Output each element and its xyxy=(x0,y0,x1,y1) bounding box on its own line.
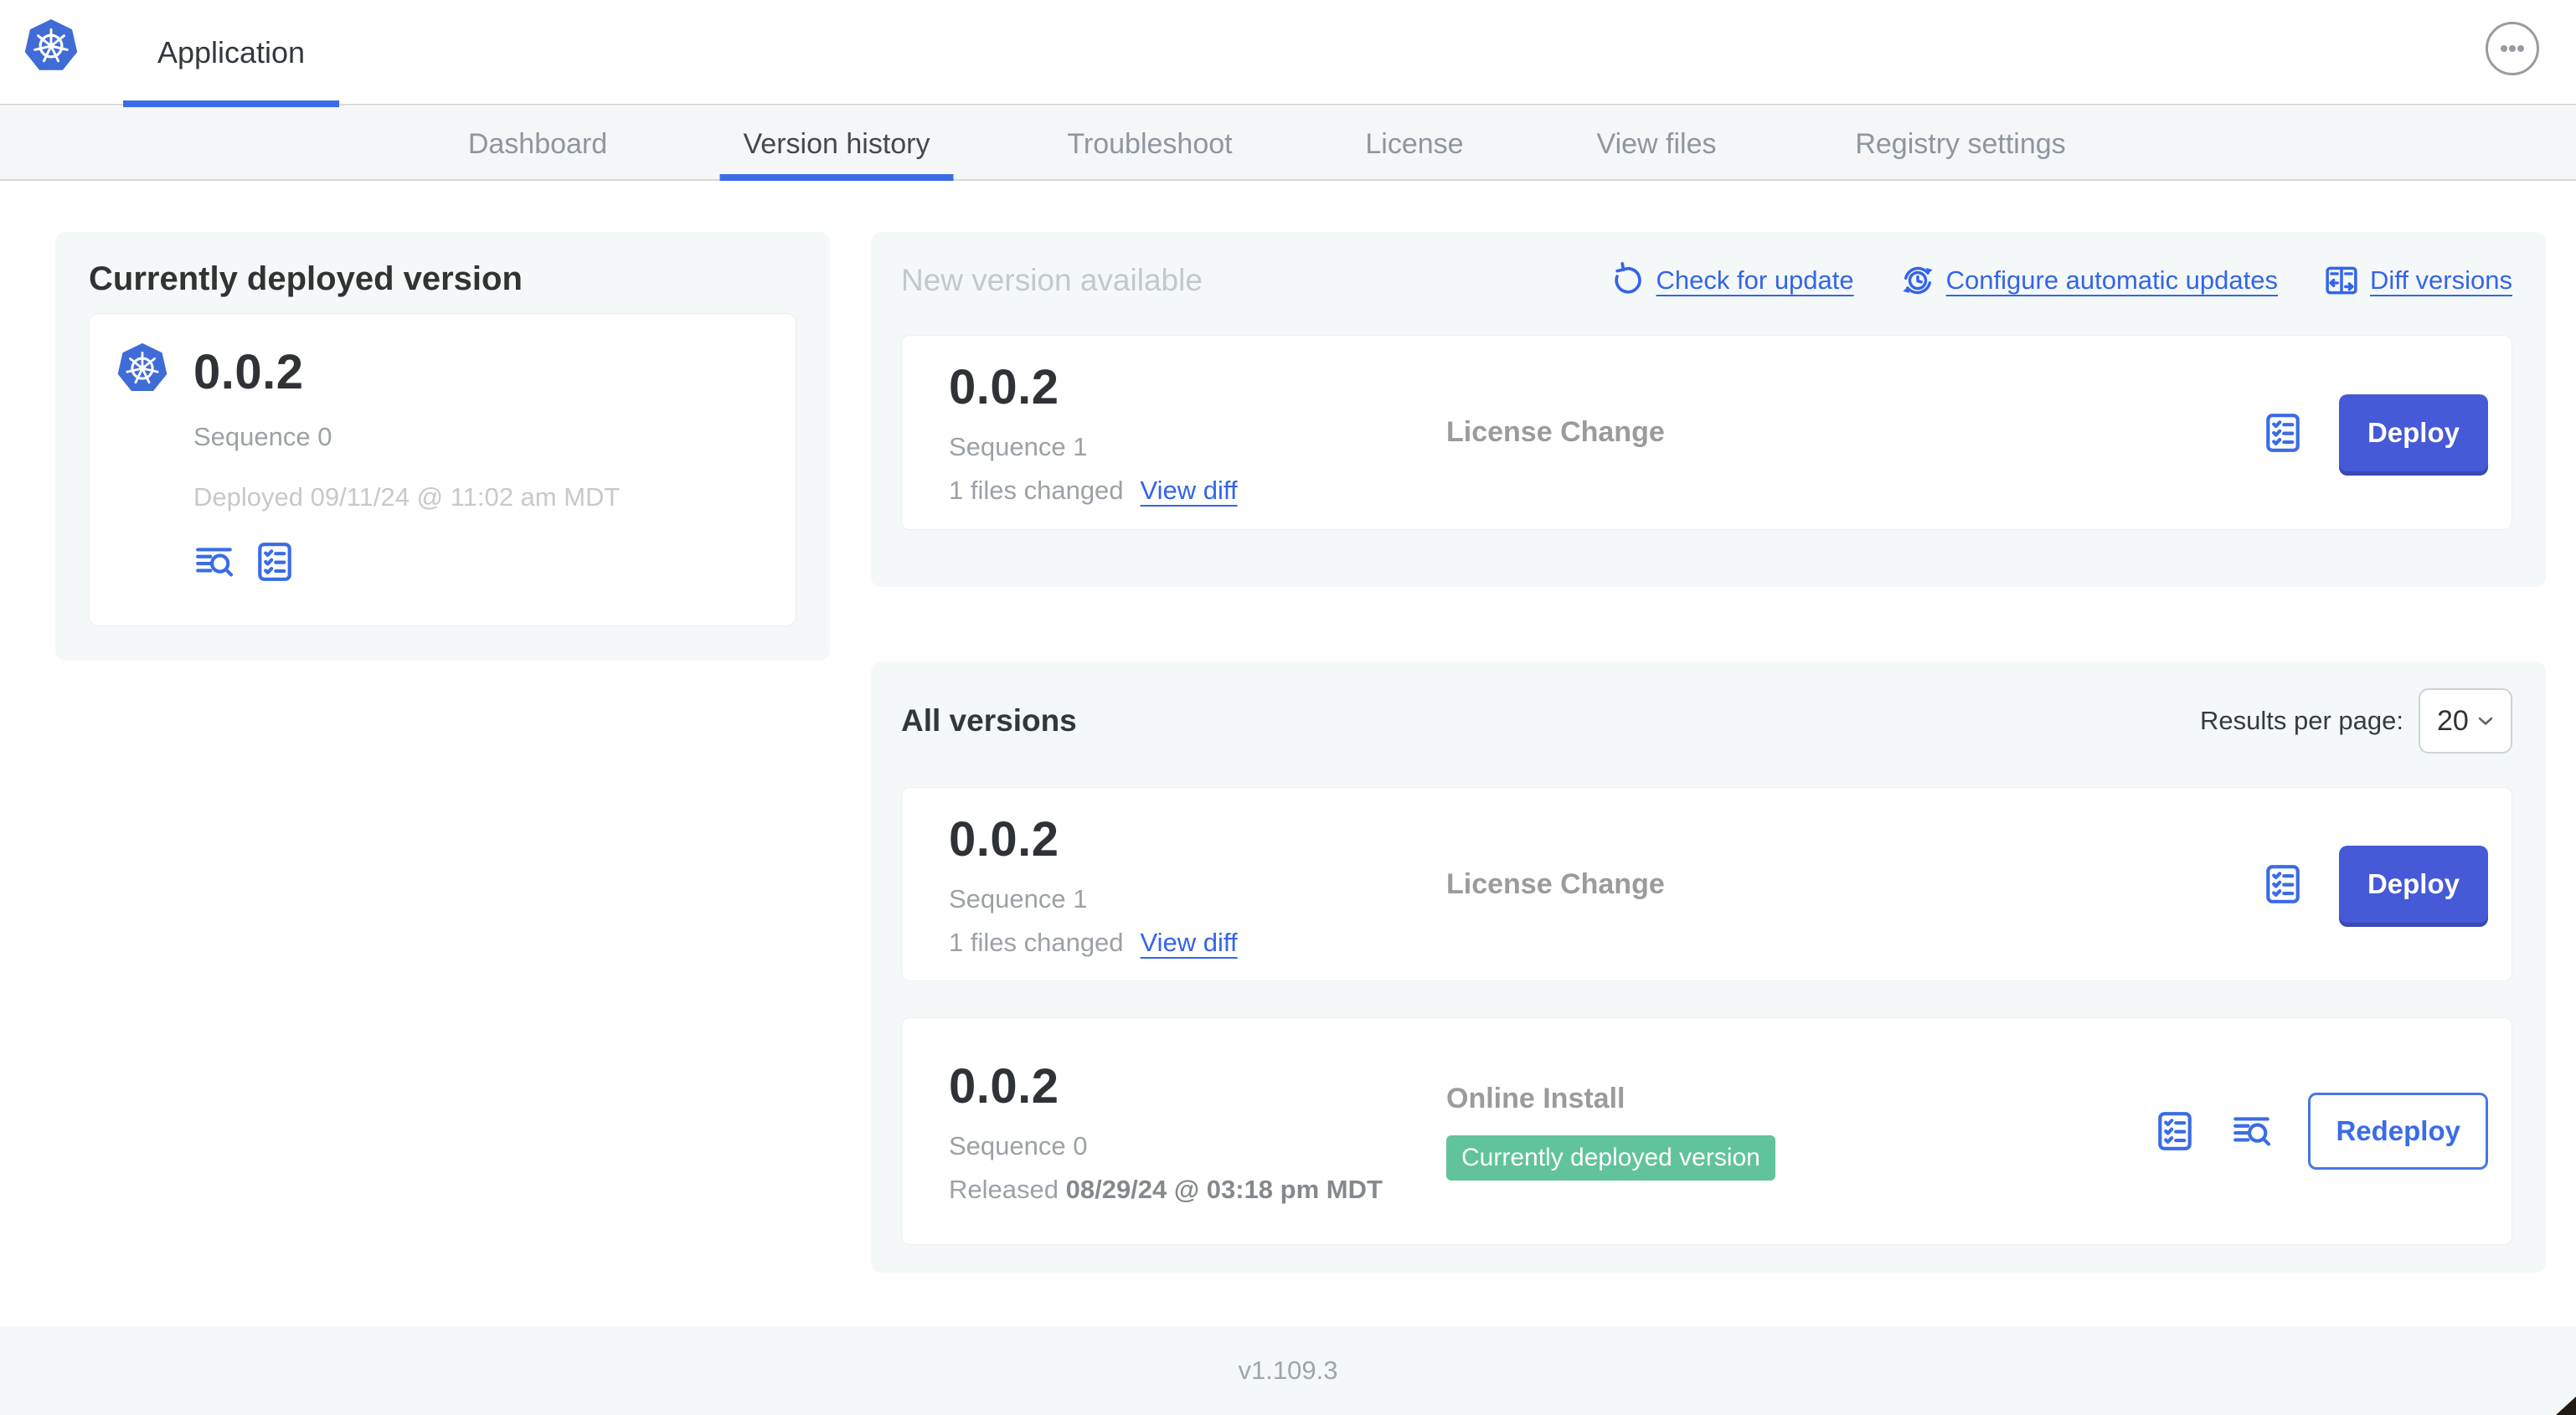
app-nav: Dashboard Version history Troubleshoot L… xyxy=(0,107,2576,181)
all-versions-panel: All versions Results per page: 20 0.0.2 … xyxy=(871,661,2546,1273)
diff-versions-link[interactable]: Diff versions xyxy=(2323,262,2512,299)
kubernetes-app-icon xyxy=(116,342,168,394)
currently-deployed-panel: Currently deployed version 0.0.2 Sequenc… xyxy=(55,232,830,661)
version-number: 0.0.2 xyxy=(949,811,1059,867)
tab-dashboard[interactable]: Dashboard xyxy=(445,107,631,181)
results-per-page-select[interactable]: 20 xyxy=(2419,688,2512,754)
logs-icon xyxy=(193,541,235,583)
version-sequence: Sequence 1 xyxy=(949,883,1088,913)
preflight-checks-button[interactable] xyxy=(2262,412,2304,454)
currently-deployed-title: Currently deployed version xyxy=(89,260,523,297)
pointer-cursor xyxy=(2556,1397,2576,1415)
preflight-checks-button[interactable] xyxy=(2262,863,2304,905)
files-changed-text: 1 files changed xyxy=(949,927,1124,957)
version-source-block: Online Install Currently deployed versio… xyxy=(1446,1083,2154,1181)
version-source: License Change xyxy=(1446,416,1665,448)
deploy-logs-button[interactable] xyxy=(193,541,235,583)
check-for-update-link[interactable]: Check for update xyxy=(1610,262,1854,299)
checklist-icon xyxy=(254,541,296,583)
results-per-page-value: 20 xyxy=(2437,704,2469,737)
version-number: 0.0.2 xyxy=(949,1058,1059,1114)
version-sequence: Sequence 0 xyxy=(949,1130,1088,1160)
configure-automatic-updates-label: Configure automatic updates xyxy=(1945,265,2278,295)
deployed-sequence: Sequence 0 xyxy=(193,422,332,451)
logs-icon xyxy=(2231,1110,2273,1152)
clock-update-icon xyxy=(1899,262,1936,299)
currently-deployed-card: 0.0.2 Sequence 0 Deployed 09/11/24 @ 11:… xyxy=(89,313,796,626)
ellipsis-icon xyxy=(2496,32,2529,65)
tab-label: License xyxy=(1365,127,1464,160)
console-version: v1.109.3 xyxy=(1238,1356,1338,1385)
deployed-version-number: 0.0.2 xyxy=(193,345,304,399)
deploy-button[interactable]: Deploy xyxy=(2338,394,2488,471)
chevron-down-icon xyxy=(2474,709,2497,733)
preflight-checks-button[interactable] xyxy=(254,541,296,583)
released-timestamp: Released 08/29/24 @ 03:18 pm MDT xyxy=(949,1175,1446,1205)
deploy-button[interactable]: Deploy xyxy=(2338,846,2488,923)
new-version-row: 0.0.2 Sequence 1 1 files changed View di… xyxy=(901,335,2512,530)
version-row: 0.0.2 Sequence 1 1 files changed View di… xyxy=(901,787,2512,981)
checklist-icon xyxy=(2262,863,2304,905)
app-tab[interactable]: Application xyxy=(123,0,339,107)
version-row: 0.0.2 Sequence 0 Released 08/29/24 @ 03:… xyxy=(901,1017,2512,1245)
results-per-page-label: Results per page: xyxy=(2200,706,2403,735)
configure-automatic-updates-link[interactable]: Configure automatic updates xyxy=(1899,262,2278,299)
new-version-title: New version available xyxy=(901,263,1203,297)
top-header: Application xyxy=(0,0,2576,107)
version-number: 0.0.2 xyxy=(949,360,1059,414)
tab-label: Dashboard xyxy=(467,127,608,160)
version-sequence: Sequence 1 xyxy=(949,432,1088,461)
released-prefix: Released xyxy=(949,1174,1059,1204)
diff-icon xyxy=(2323,262,2360,299)
app-tab-active-underline xyxy=(123,100,339,107)
version-source: Online Install xyxy=(1446,1082,1625,1114)
tab-active-underline xyxy=(719,174,954,181)
tab-view-files[interactable]: View files xyxy=(1574,107,1740,181)
page-footer: v1.109.3 xyxy=(0,1326,2576,1415)
currently-deployed-badge: Currently deployed version xyxy=(1446,1135,1775,1181)
more-options-button[interactable] xyxy=(2486,22,2539,75)
released-date: 08/29/24 @ 03:18 pm MDT xyxy=(1065,1174,1383,1204)
tab-troubleshoot[interactable]: Troubleshoot xyxy=(1043,107,1255,181)
tab-registry-settings[interactable]: Registry settings xyxy=(1832,107,2089,181)
deploy-logs-button[interactable] xyxy=(2231,1110,2273,1152)
app-tab-label: Application xyxy=(157,35,306,69)
preflight-checks-button[interactable] xyxy=(2154,1110,2196,1152)
tab-license[interactable]: License xyxy=(1342,107,1486,181)
tab-label: View files xyxy=(1596,127,1717,160)
tab-version-history[interactable]: Version history xyxy=(719,107,954,181)
redeploy-button[interactable]: Redeploy xyxy=(2308,1093,2488,1170)
diff-versions-label: Diff versions xyxy=(2370,265,2512,295)
check-for-update-label: Check for update xyxy=(1656,265,1854,295)
version-source: License Change xyxy=(1446,867,1665,900)
all-versions-title: All versions xyxy=(901,703,1077,738)
deployed-timestamp: Deployed 09/11/24 @ 11:02 am MDT xyxy=(193,482,621,512)
tab-label: Registry settings xyxy=(1855,127,2066,160)
tab-label: Version history xyxy=(743,127,930,160)
kubernetes-logo-icon xyxy=(23,18,79,74)
tab-label: Troubleshoot xyxy=(1067,127,1233,160)
refresh-icon xyxy=(1610,262,1646,299)
checklist-icon xyxy=(2154,1110,2196,1152)
checklist-icon xyxy=(2262,412,2304,454)
view-diff-link[interactable]: View diff xyxy=(1141,476,1238,506)
files-changed-text: 1 files changed xyxy=(949,476,1124,505)
new-version-panel: New version available Check for update C… xyxy=(871,232,2546,587)
view-diff-link[interactable]: View diff xyxy=(1141,928,1238,958)
